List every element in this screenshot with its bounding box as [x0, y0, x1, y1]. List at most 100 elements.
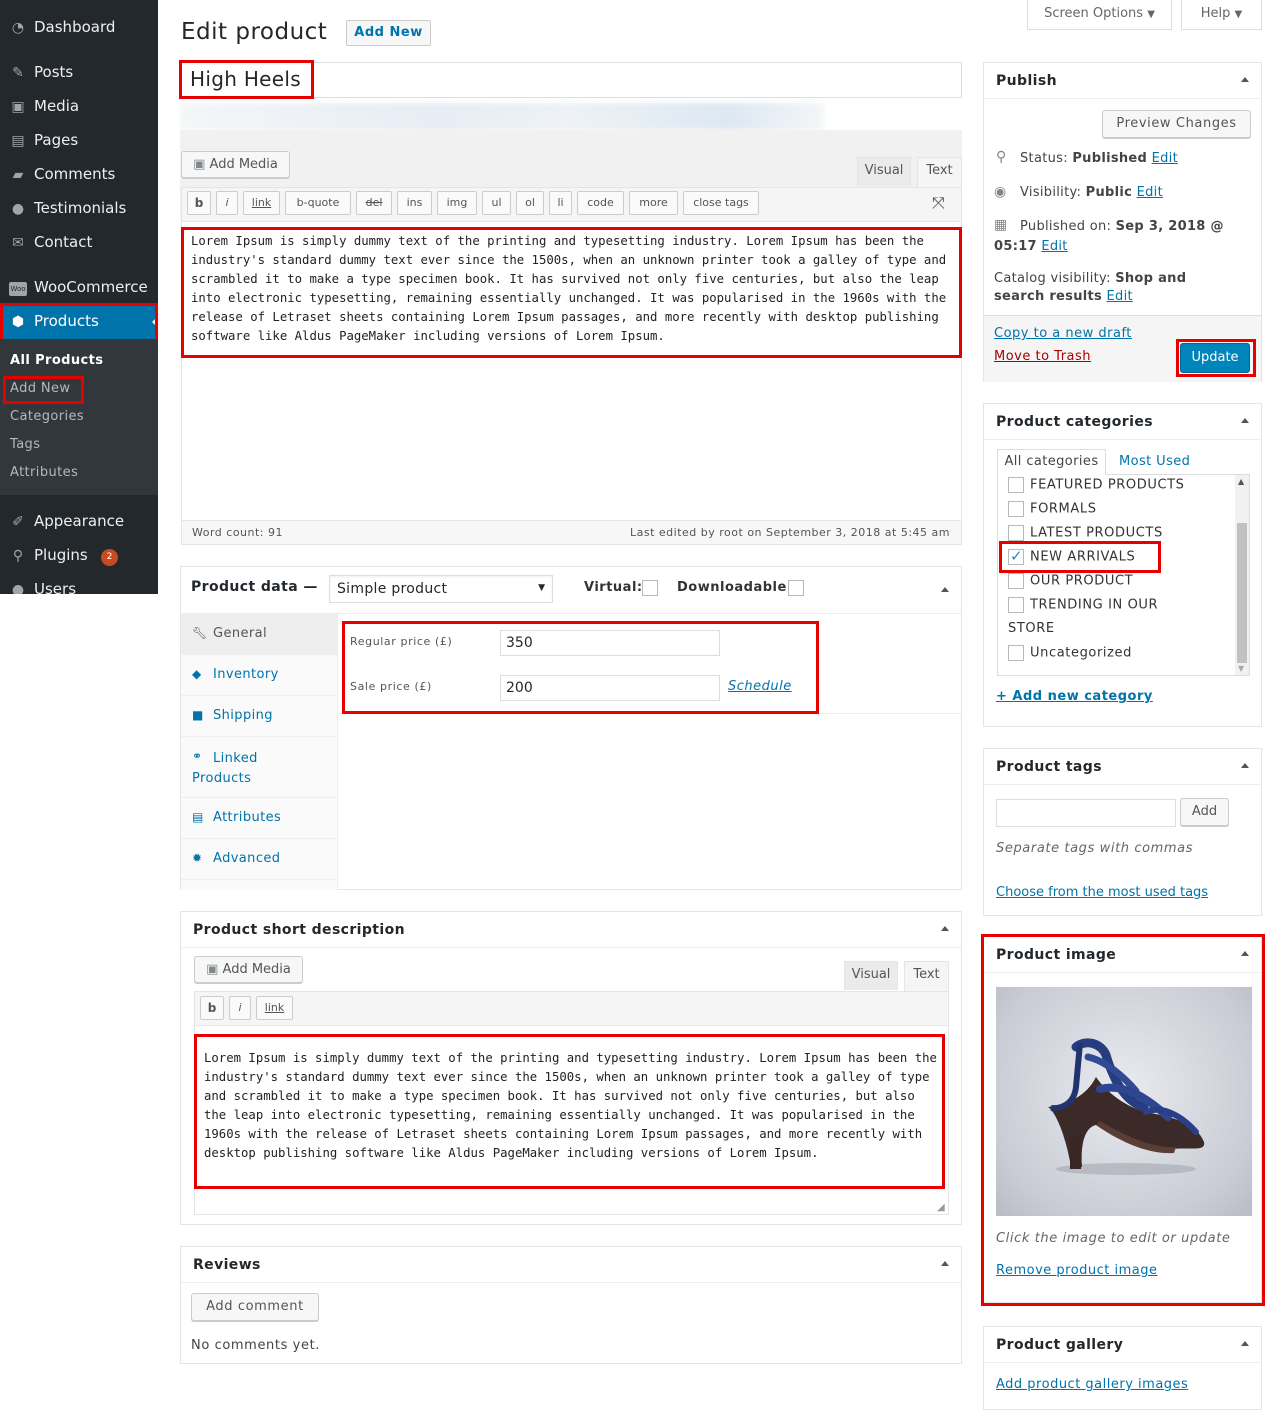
submenu-categories[interactable]: Categories	[10, 409, 84, 424]
menu-woocommerce[interactable]: Woo WooCommerce	[0, 271, 158, 305]
quicktag-del[interactable]: del	[356, 191, 392, 215]
add-tag-button[interactable]: Add	[1180, 798, 1229, 826]
published-on-row-2: 05:17 Edit	[994, 239, 1068, 254]
catalog-visibility-row-2: search results Edit	[994, 289, 1133, 304]
tab-shipping[interactable]: ■ Shipping	[181, 696, 338, 737]
tab-attributes[interactable]: ▤ Attributes	[181, 798, 338, 839]
copy-to-draft-link[interactable]: Copy to a new draft	[994, 326, 1132, 341]
choose-tags-link[interactable]: Choose from the most used tags	[996, 885, 1208, 900]
category-list[interactable]: FEATURED PRODUCTS FORMALS LATEST PRODUCT…	[997, 474, 1250, 676]
collapse-arrow-icon[interactable]	[1241, 763, 1249, 768]
short-quicktag-i[interactable]: i	[229, 996, 251, 1020]
menu-posts[interactable]: ✎ Posts	[0, 56, 158, 90]
preview-changes-button[interactable]: Preview Changes	[1102, 110, 1251, 138]
quicktag-b-quote[interactable]: b-quote	[285, 191, 351, 215]
quicktag-li[interactable]: li	[549, 191, 572, 215]
short-tab-text[interactable]: Text	[904, 961, 949, 991]
category-item[interactable]: FEATURED PRODUCTS	[1008, 477, 1185, 493]
collapse-arrow-icon[interactable]	[941, 926, 949, 931]
category-scrollbar[interactable]: ▲ ▼	[1235, 475, 1249, 675]
page-title: Edit product	[181, 19, 328, 45]
scroll-thumb[interactable]	[1237, 523, 1247, 663]
product-data-box: Product data — Simple product ▼ Virtual:…	[180, 566, 962, 890]
pricing-highlight	[342, 621, 819, 714]
content-text: Lorem Ipsum is simply dummy text of the …	[191, 234, 947, 343]
quicktag-close-tags[interactable]: close tags	[683, 191, 759, 215]
tab-most-used[interactable]: Most Used	[1119, 454, 1190, 469]
tab-text[interactable]: Text	[917, 157, 962, 187]
quicktag-ol[interactable]: ol	[516, 191, 544, 215]
tags-input[interactable]	[996, 799, 1176, 827]
collapse-arrow-icon[interactable]	[1241, 77, 1249, 82]
add-media-button[interactable]: ▣ Add Media	[181, 151, 290, 178]
short-quicktag-b[interactable]: b	[200, 996, 224, 1020]
tab-all-categories[interactable]: All categories	[997, 449, 1106, 475]
category-item[interactable]: TRENDING IN OUR	[1008, 597, 1158, 613]
screen-options-button[interactable]: Screen Options ▼	[1027, 0, 1172, 30]
tab-visual[interactable]: Visual	[857, 157, 911, 186]
tab-advanced[interactable]: ✹ Advanced	[181, 839, 338, 880]
category-item[interactable]: OUR PRODUCT	[1008, 573, 1133, 589]
product-type-select[interactable]: Simple product ▼	[329, 575, 553, 603]
quicktag-i[interactable]: i	[216, 191, 238, 215]
submenu-tags[interactable]: Tags	[10, 437, 40, 452]
menu-appearance[interactable]: ✐ Appearance	[0, 505, 158, 539]
short-tab-visual[interactable]: Visual	[844, 961, 898, 990]
menu-pages[interactable]: ▤ Pages	[0, 124, 158, 158]
downloadable-checkbox[interactable]	[788, 580, 804, 596]
quicktag-more[interactable]: more	[629, 191, 678, 215]
menu-media[interactable]: ▣ Media	[0, 90, 158, 124]
publish-box: Publish Preview Changes ⚲ Status: Publis…	[983, 62, 1262, 382]
quicktag-ul[interactable]: ul	[482, 191, 511, 215]
tab-inventory[interactable]: ◆ Inventory	[181, 655, 338, 696]
published-on-row: Published on: Sep 3, 2018 @	[1020, 219, 1224, 234]
catalog-edit-link[interactable]: Edit	[1107, 289, 1133, 304]
short-add-media-button[interactable]: ▣ Add Media	[194, 956, 303, 983]
quicktag-b[interactable]: b	[187, 191, 211, 215]
menu-plugins[interactable]: ⚲ Plugins 2	[0, 539, 158, 573]
collapse-arrow-icon[interactable]	[1241, 1341, 1249, 1346]
menu-dashboard[interactable]: ◔ Dashboard	[0, 11, 158, 45]
scroll-down-icon[interactable]: ▼	[1238, 664, 1244, 673]
category-checkbox[interactable]	[1008, 501, 1024, 517]
category-checkbox[interactable]	[1008, 573, 1024, 589]
menu-testimonials[interactable]: ● Testimonials	[0, 192, 158, 226]
collapse-arrow-icon[interactable]	[941, 1261, 949, 1266]
submenu-all-products[interactable]: All Products	[10, 353, 103, 368]
help-button[interactable]: Help ▼	[1181, 0, 1262, 30]
visibility-edit-link[interactable]: Edit	[1137, 185, 1163, 200]
menu-users[interactable]: ● Users	[0, 573, 158, 594]
brush-icon: ✐	[12, 514, 24, 530]
collapse-arrow-icon[interactable]	[1241, 418, 1249, 423]
published-edit-link[interactable]: Edit	[1041, 239, 1067, 254]
move-to-trash-link[interactable]: Move to Trash	[994, 349, 1091, 364]
menu-contact[interactable]: ✉ Contact	[0, 226, 158, 260]
virtual-checkbox[interactable]	[642, 580, 658, 596]
quicktag-link[interactable]: link	[243, 191, 280, 215]
collapse-arrow-icon[interactable]	[941, 587, 949, 592]
menu-comments[interactable]: ▰ Comments	[0, 158, 158, 192]
category-checkbox[interactable]	[1008, 597, 1024, 613]
category-checkbox[interactable]	[1008, 645, 1024, 661]
category-item[interactable]: FORMALS	[1008, 501, 1097, 517]
add-comment-button[interactable]: Add comment	[191, 1293, 319, 1321]
quicktag-ins[interactable]: ins	[397, 191, 432, 215]
resize-handle-icon[interactable]: ◢	[937, 1202, 945, 1213]
status-edit-link[interactable]: Edit	[1152, 151, 1178, 166]
category-item[interactable]: Uncategorized	[1008, 645, 1132, 661]
tab-linked-products[interactable]: ⚭ Linked Products	[181, 737, 338, 798]
tab-general[interactable]: 🔧︎ General	[181, 614, 338, 655]
no-comments-text: No comments yet.	[191, 1338, 320, 1353]
submenu-attributes[interactable]: Attributes	[10, 465, 78, 480]
category-item[interactable]: LATEST PRODUCTS	[1008, 525, 1163, 541]
quicktag-img[interactable]: img	[437, 191, 477, 215]
scroll-up-icon[interactable]: ▲	[1238, 477, 1244, 486]
category-checkbox[interactable]	[1008, 525, 1024, 541]
fullscreen-icon[interactable]: ⤧	[932, 193, 945, 213]
short-quicktag-link[interactable]: link	[256, 996, 293, 1020]
add-new-category-link[interactable]: + Add new category	[996, 689, 1153, 704]
category-checkbox[interactable]	[1008, 477, 1024, 493]
add-gallery-images-link[interactable]: Add product gallery images	[996, 1377, 1188, 1392]
quicktag-code[interactable]: code	[577, 191, 624, 215]
add-new-product-button[interactable]: Add New	[346, 20, 431, 46]
